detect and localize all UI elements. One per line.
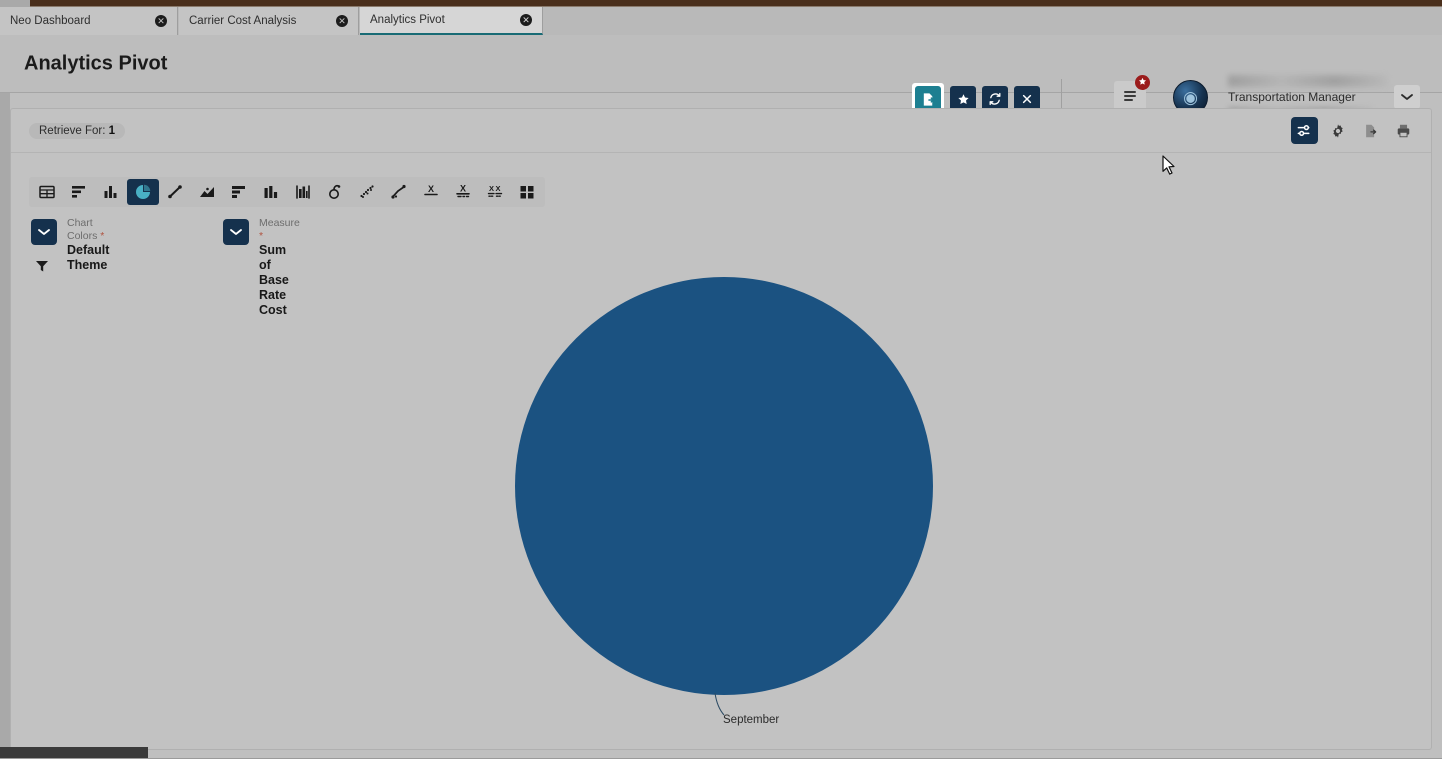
chart-type-bubble-line[interactable]: [383, 179, 415, 205]
retrieve-row: Retrieve For: 1: [11, 109, 1431, 153]
browser-tab-label: Neo Dashboard: [10, 15, 91, 27]
mean-range-icon: X: [456, 184, 470, 198]
svg-text:X: X: [495, 184, 500, 193]
radial-chart-icon: [329, 184, 341, 199]
pie-slice[interactable]: [515, 277, 933, 695]
analytics-panel: Retrieve For: 1 X X X X Chart Colors * D…: [10, 108, 1432, 750]
chevron-down-icon: [230, 229, 242, 235]
user-role: Transportation Manager: [1228, 90, 1356, 104]
notification-badge: [1135, 75, 1150, 90]
browser-tab[interactable]: Carrier Cost Analysis ✕: [179, 7, 359, 35]
measure-label-text: Measure: [259, 217, 300, 229]
table-grid-icon: [39, 185, 55, 199]
browser-tab[interactable]: Neo Dashboard ✕: [0, 7, 178, 35]
page-title: Analytics Pivot: [24, 52, 168, 74]
vertical-bar-icon: [104, 186, 117, 198]
filter-settings-button[interactable]: [1291, 117, 1318, 144]
chart-colors-label-text: Chart Colors: [67, 217, 98, 242]
chart-type-line[interactable]: [159, 179, 191, 205]
chart-colors-label: Chart Colors *: [67, 217, 109, 243]
browser-top-strip: [0, 0, 1442, 7]
browser-tab[interactable]: Analytics Pivot ✕: [360, 7, 543, 35]
document-export-icon: [923, 92, 934, 106]
measure-dropdown-button[interactable]: [223, 219, 249, 245]
chart-type-pie[interactable]: [127, 179, 159, 205]
chart-type-stacked-vertical-bar[interactable]: [255, 179, 287, 205]
chart-type-toolbar: XXXX: [29, 177, 545, 207]
matrix-grid-icon: [520, 186, 534, 199]
document-export-icon: [1365, 124, 1376, 137]
svg-text:X: X: [428, 184, 434, 194]
line-chart-icon: [168, 185, 182, 199]
pie-chart-icon: [136, 184, 151, 199]
chart-type-mean-range[interactable]: X: [447, 179, 479, 205]
top-strip-notch: [0, 0, 30, 7]
panel-tool-group: [1291, 117, 1417, 144]
bubble-line-icon: [391, 184, 406, 199]
chart-type-stacked-horizontal-bar[interactable]: [223, 179, 255, 205]
pie-slice-label: September: [723, 714, 780, 726]
retrieve-for-value: 1: [108, 125, 116, 137]
gear-icon: [1332, 123, 1343, 138]
chart-type-matrix[interactable]: [511, 179, 543, 205]
close-x-icon: [1022, 94, 1032, 104]
chevron-down-icon: [1401, 94, 1413, 100]
retrieve-for-pill[interactable]: Retrieve For: 1: [29, 123, 126, 139]
user-menu-button[interactable]: [1394, 85, 1420, 109]
chart-type-vertical-bar[interactable]: [95, 179, 127, 205]
star-icon: [957, 93, 969, 104]
settings-button[interactable]: [1324, 117, 1351, 144]
scatter-plot-icon: [360, 185, 374, 198]
chart-type-table[interactable]: [31, 179, 63, 205]
chevron-down-icon: [38, 229, 50, 235]
chart-type-scatter[interactable]: [351, 179, 383, 205]
pie-chart-svg: [515, 277, 933, 716]
grouped-column-icon: [296, 185, 310, 199]
retrieve-for-label: Retrieve For:: [39, 125, 106, 137]
browser-tab-label: Analytics Pivot: [370, 14, 445, 26]
user-avatar-icon: ◉: [1183, 88, 1198, 108]
chart-type-radial[interactable]: [319, 179, 351, 205]
panel-left-gutter: [0, 93, 10, 759]
browser-tab-bar: Neo Dashboard ✕ Carrier Cost Analysis ✕ Anal…: [0, 7, 1442, 35]
close-icon[interactable]: ✕: [336, 15, 348, 27]
area-chart-icon: [200, 187, 214, 197]
measure-label: Measure *: [259, 217, 300, 243]
required-marker: *: [100, 230, 105, 242]
star-icon: [1138, 77, 1147, 85]
horizontal-bar-icon: [72, 186, 85, 198]
mean-x-icon: X: [424, 184, 438, 196]
export-button[interactable]: [1357, 117, 1384, 144]
stacked-horizontal-bar-icon: [232, 186, 245, 198]
pie-label-leader-line: [714, 692, 725, 716]
close-icon[interactable]: ✕: [520, 14, 532, 26]
svg-text:X: X: [460, 184, 466, 194]
svg-text:X: X: [489, 184, 494, 193]
printer-icon: [1397, 124, 1410, 137]
chart-colors-dropdown-button[interactable]: [31, 219, 57, 245]
chart-type-grouped-column[interactable]: [287, 179, 319, 205]
chart-type-mean-single[interactable]: X: [415, 179, 447, 205]
chart-type-area[interactable]: [191, 179, 223, 205]
chart-type-horizontal-bar[interactable]: [63, 179, 95, 205]
user-name-redacted: [1228, 75, 1388, 87]
close-icon[interactable]: ✕: [155, 15, 167, 27]
pie-chart[interactable]: [11, 259, 1431, 751]
chart-type-mean-multi[interactable]: XX: [479, 179, 511, 205]
app-header: Analytics Pivot ◉ Transportation Manager: [0, 35, 1442, 117]
mean-multi-icon: XX: [487, 184, 503, 197]
menu-list-icon: [1124, 91, 1136, 101]
stacked-vertical-bar-icon: [264, 186, 278, 198]
print-button[interactable]: [1390, 117, 1417, 144]
sliders-icon: [1297, 125, 1310, 136]
required-marker: *: [259, 230, 264, 242]
browser-tab-label: Carrier Cost Analysis: [189, 15, 297, 27]
refresh-icon: [989, 92, 1001, 106]
